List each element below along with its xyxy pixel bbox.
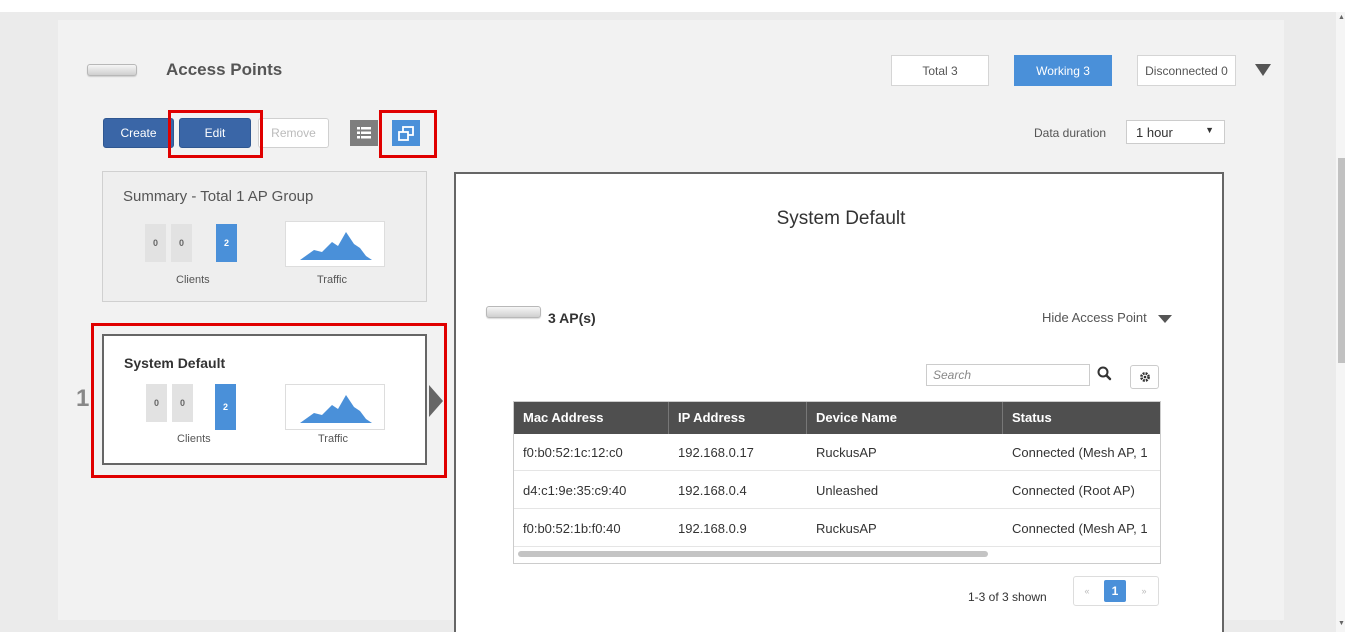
column-header-mac[interactable]: Mac Address: [514, 402, 669, 434]
data-duration-value: 1 hour: [1136, 124, 1173, 140]
ip-cell: 192.168.0.17: [678, 445, 754, 460]
list-view-icon: [357, 127, 371, 139]
traffic-chart-icon: [300, 232, 372, 260]
page-scrollbar-thumb[interactable]: [1338, 158, 1345, 363]
clients-label: Clients: [176, 274, 210, 286]
scroll-up-icon[interactable]: ▲: [1338, 14, 1345, 21]
mac-cell: f0:b0:52:1c:12:c0: [523, 445, 623, 460]
gear-icon: [1139, 372, 1150, 382]
summary-title: Summary - Total 1 AP Group: [123, 188, 314, 205]
working-count-filter[interactable]: Working 3: [1014, 55, 1112, 86]
clients-count-cell: 0: [171, 224, 192, 262]
status-cell: Connected (Mesh AP, 1: [1012, 521, 1148, 536]
chevron-down-icon: ▼: [1205, 125, 1214, 135]
table-row[interactable]: d4:c1:9e:35:c9:40 192.168.0.4 Unleashed …: [514, 472, 1160, 509]
status-cell: Connected (Mesh AP, 1: [1012, 445, 1148, 460]
caret-down-icon[interactable]: [1158, 315, 1172, 323]
traffic-label: Traffic: [317, 274, 347, 286]
paging-info: 1-3 of 3 shown: [968, 590, 1047, 604]
page-1-button[interactable]: 1: [1104, 580, 1126, 602]
clients-count-cell: 0: [145, 224, 166, 262]
table-header: Mac Address IP Address Device Name Statu…: [514, 402, 1160, 434]
column-header-device-name[interactable]: Device Name: [807, 402, 1003, 434]
ap-count-label: 3 AP(s): [548, 310, 596, 326]
device-name-cell: RuckusAP: [816, 521, 877, 536]
clients-count-cell: 2: [216, 224, 237, 262]
ip-cell: 192.168.0.9: [678, 521, 747, 536]
device-name-cell: RuckusAP: [816, 445, 877, 460]
list-view-button[interactable]: [350, 120, 378, 146]
traffic-sparkline: [285, 221, 385, 267]
table-row[interactable]: f0:b0:52:1c:12:c0 192.168.0.17 RuckusAP …: [514, 434, 1160, 471]
selected-pointer-icon: [429, 385, 443, 417]
summary-group-card[interactable]: Summary - Total 1 AP Group 0 0 2 Clients…: [102, 171, 427, 302]
search-icon[interactable]: [1096, 365, 1114, 383]
horizontal-scrollbar[interactable]: [518, 551, 988, 557]
create-button[interactable]: Create: [103, 118, 174, 148]
column-header-status[interactable]: Status: [1003, 402, 1160, 434]
pagination: « 1 »: [1073, 576, 1159, 606]
remove-button[interactable]: Remove: [258, 118, 329, 148]
access-point-icon: [87, 64, 137, 76]
ip-cell: 192.168.0.4: [678, 483, 747, 498]
scroll-down-icon[interactable]: ▼: [1338, 620, 1345, 627]
search-input[interactable]: [926, 364, 1090, 386]
total-count-filter[interactable]: Total 3: [891, 55, 989, 86]
prev-page-button[interactable]: «: [1074, 577, 1100, 605]
column-header-ip[interactable]: IP Address: [669, 402, 807, 434]
table-settings-button[interactable]: [1130, 365, 1159, 389]
detail-title: System Default: [776, 208, 906, 229]
table-row[interactable]: f0:b0:52:1b:f0:40 192.168.0.9 RuckusAP C…: [514, 510, 1160, 547]
mac-cell: f0:b0:52:1b:f0:40: [523, 521, 621, 536]
device-name-cell: Unleashed: [816, 483, 879, 498]
data-duration-select[interactable]: 1 hour ▼: [1126, 120, 1225, 144]
system-default-highlight-box: [91, 323, 447, 478]
group-index: 1: [76, 385, 90, 412]
collapse-arrow-icon[interactable]: [1255, 64, 1271, 76]
tile-view-highlight-box: [379, 110, 437, 158]
next-page-button[interactable]: »: [1130, 577, 1158, 605]
page-title: Access Points: [166, 60, 283, 79]
access-point-icon: [486, 306, 541, 318]
edit-highlight-box: [168, 110, 263, 158]
mac-cell: d4:c1:9e:35:c9:40: [523, 483, 627, 498]
hide-access-point-toggle[interactable]: Hide Access Point: [1042, 310, 1147, 325]
status-cell: Connected (Root AP): [1012, 483, 1135, 498]
data-duration-label: Data duration: [1034, 126, 1107, 140]
disconnected-count-filter[interactable]: Disconnected 0: [1137, 55, 1236, 86]
access-points-table: Mac Address IP Address Device Name Statu…: [513, 401, 1161, 564]
